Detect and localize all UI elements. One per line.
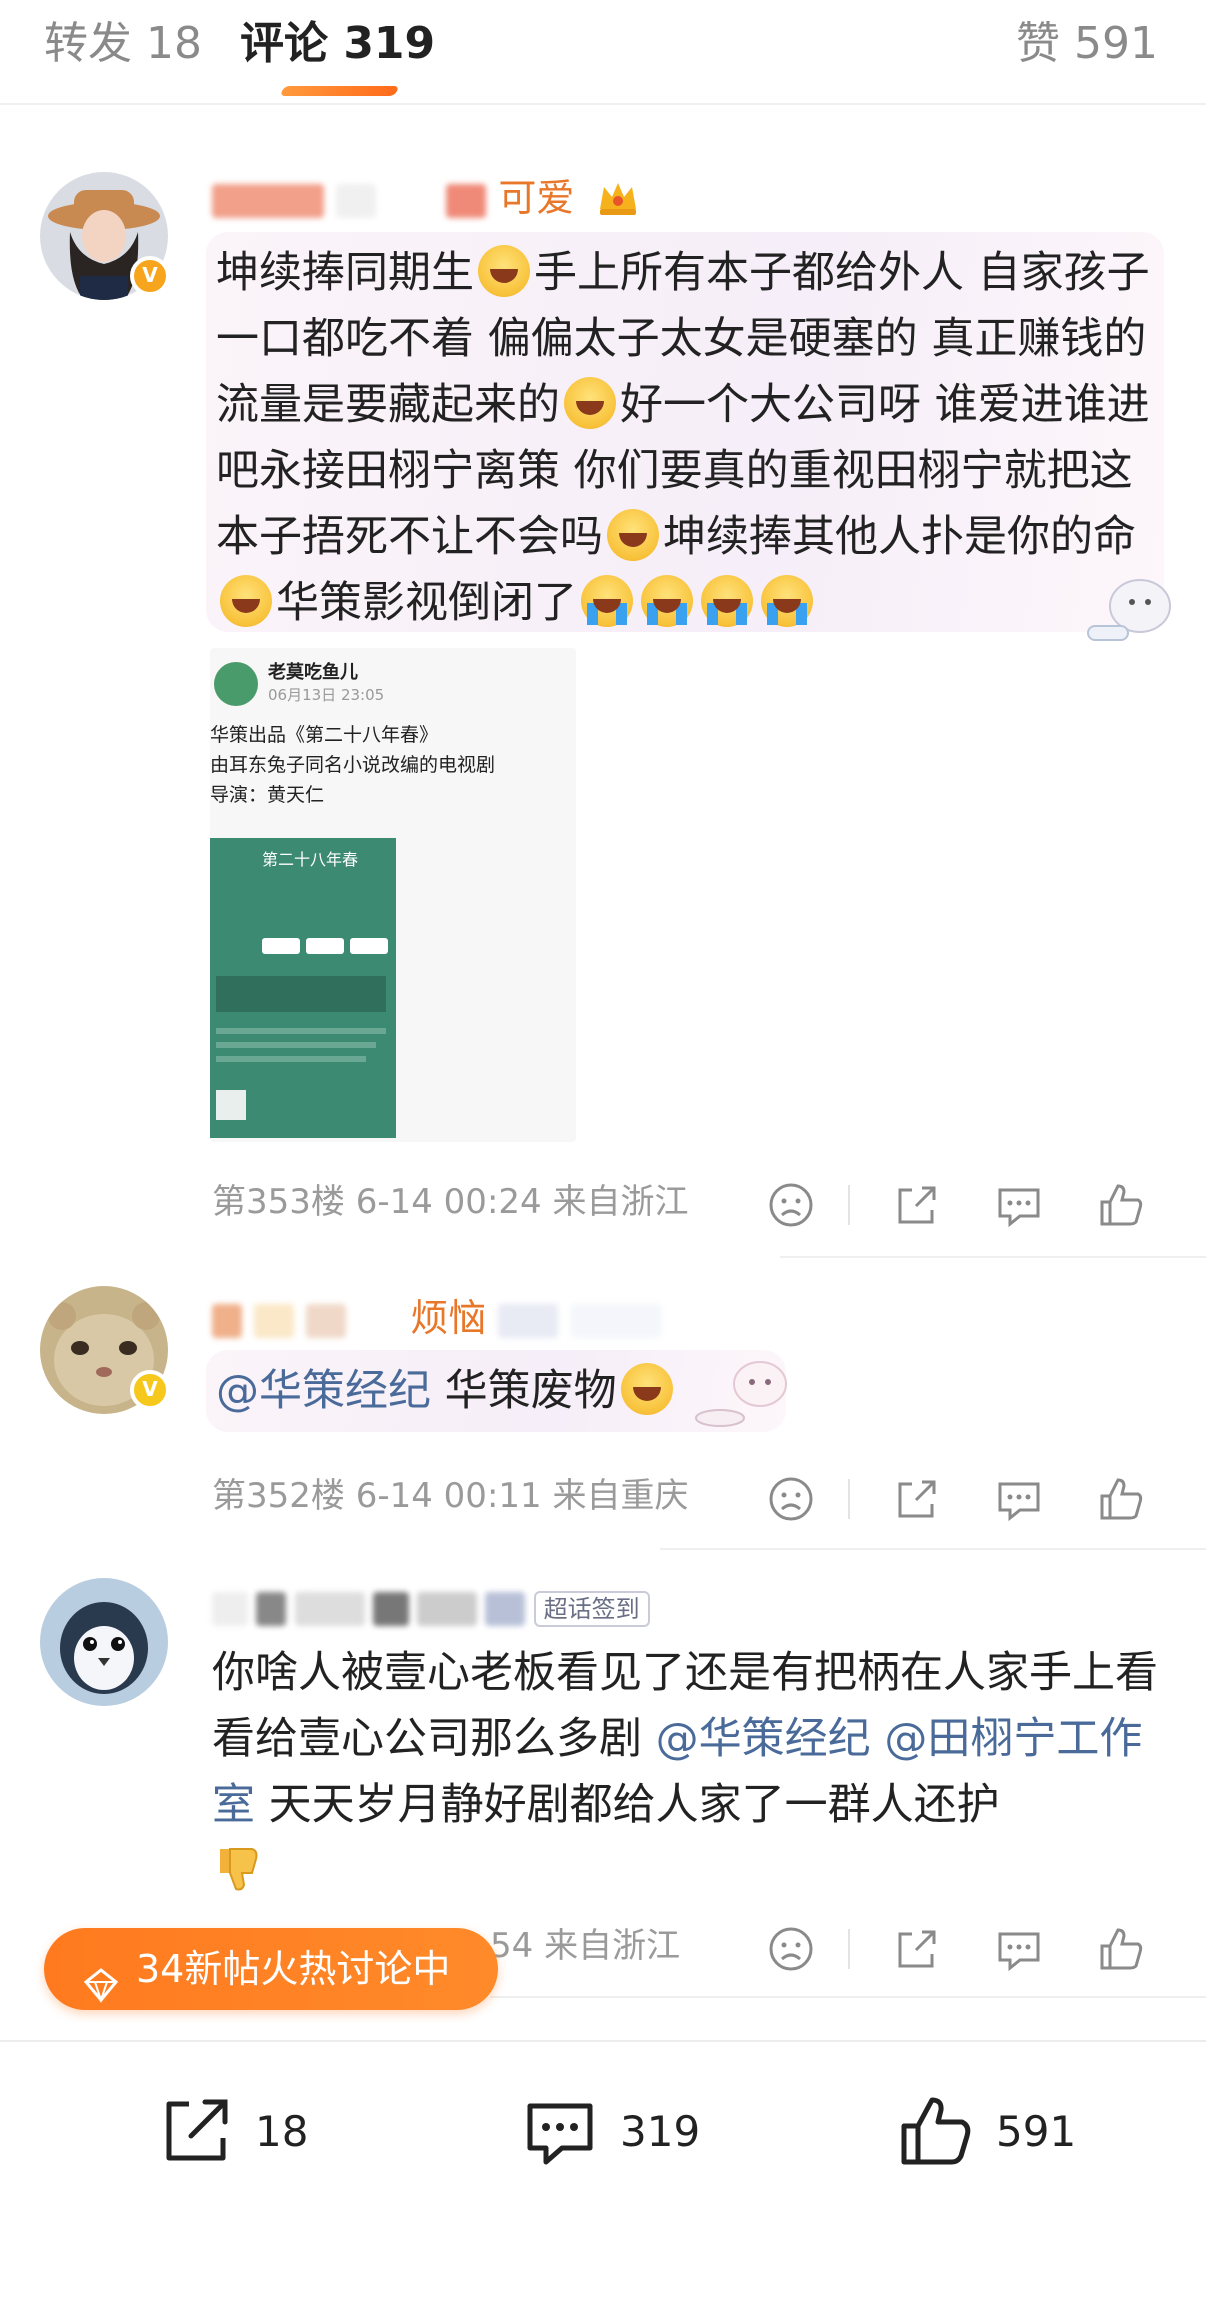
like-button[interactable] <box>1096 1180 1146 1230</box>
crying-emoji-icon <box>641 575 693 627</box>
laugh-cry-emoji-icon <box>564 377 616 429</box>
laugh-cry-emoji-icon <box>478 245 530 297</box>
frown-icon <box>769 1183 813 1227</box>
thumbs-up-icon <box>1100 1184 1143 1226</box>
bubble-sticker-icon <box>690 1354 800 1434</box>
comment-divider <box>660 1548 1206 1550</box>
action-divider <box>848 1929 850 1969</box>
image-avatar <box>214 662 258 706</box>
verified-badge-icon: V <box>130 1370 170 1410</box>
comment-divider <box>780 1256 1206 1258</box>
tab-active-indicator <box>279 86 400 96</box>
share-icon <box>166 2099 228 2161</box>
dislike-button[interactable] <box>766 1474 816 1524</box>
frown-icon <box>769 1477 813 1521</box>
thumbs-down-emoji-icon <box>212 1843 264 1895</box>
share-icon <box>898 1186 936 1224</box>
tab-comment[interactable]: 评论 319 <box>240 14 435 74</box>
new-posts-pill[interactable]: 34新帖火热讨论中 <box>44 1928 498 2010</box>
share-button[interactable] <box>892 1924 942 1974</box>
thumbs-up-icon <box>1100 1928 1143 1970</box>
comment-icon <box>527 2103 593 2165</box>
mention-link[interactable]: @华策经纪 <box>216 1366 431 1416</box>
image-card-button <box>262 938 300 954</box>
reply-button[interactable] <box>994 1924 1044 1974</box>
tab-repost[interactable]: 转发 18 <box>44 14 202 74</box>
comment-tabs: 转发 18 评论 319 赞 591 <box>0 0 1206 105</box>
image-card-button <box>306 938 344 954</box>
smile-emoji-icon <box>620 1363 673 1415</box>
comment-actions <box>766 1474 1166 1524</box>
avatar[interactable] <box>40 1578 168 1706</box>
share-icon <box>898 1930 936 1968</box>
image-line: 导演：黄天仁 <box>210 784 325 806</box>
image-line: 由耳东兔子同名小说改编的电视剧 <box>210 754 496 776</box>
image-date: 06月13日 23:05 <box>268 686 385 704</box>
crying-emoji-icon <box>761 575 813 627</box>
like-button[interactable] <box>1096 1924 1146 1974</box>
image-card-title: 第二十八年春 <box>262 850 359 869</box>
repost-count: 18 <box>255 2107 309 2156</box>
share-button[interactable] <box>892 1474 942 1524</box>
laugh-cry-emoji-icon <box>607 509 659 561</box>
tab-like[interactable]: 赞 591 <box>1016 14 1158 74</box>
comment-icon <box>998 1482 1040 1522</box>
image-drama-card: 第二十八年春 <box>210 838 396 1138</box>
image-card-button <box>350 938 388 954</box>
dislike-button[interactable] <box>766 1924 816 1974</box>
crying-emoji-icon <box>581 575 633 627</box>
username[interactable]: 可爱 <box>212 176 640 220</box>
action-divider <box>848 1479 850 1519</box>
like-count: 591 <box>996 2107 1077 2156</box>
share-icon <box>898 1480 936 1518</box>
username-visible: 可爱 <box>498 176 575 220</box>
comment-meta: 第352楼 6-14 00:11 来自重庆 <box>212 1476 689 1516</box>
comment-divider <box>490 1996 1206 1998</box>
comment-count: 319 <box>620 2107 701 2156</box>
like-button[interactable] <box>1096 1474 1146 1524</box>
super-topic-badge: 超话签到 <box>533 1590 650 1627</box>
crown-icon <box>596 179 640 217</box>
mention-link[interactable]: @华策经纪 <box>656 1714 871 1764</box>
frown-icon <box>769 1927 813 1971</box>
new-posts-label: 34新帖火热讨论中 <box>136 1947 451 1991</box>
laugh-cry-emoji-icon <box>220 575 272 627</box>
comment-text: 坤续捧同期生 手上所有本子都给外人 自家孩子一口都吃不着 偏偏太子太女是硬塞的 真… <box>216 240 1154 636</box>
action-divider <box>848 1185 850 1225</box>
thumbs-up-icon <box>901 2097 971 2165</box>
bottom-action-bar: 18 319 591 <box>0 2040 1206 2304</box>
comment-image[interactable]: 老莫吃鱼儿 06月13日 23:05 华策出品《第二十八年春》 由耳东兔子同名小… <box>210 648 576 1142</box>
comment-actions <box>766 1180 1166 1230</box>
comment-text: 你啥人被壹心老板看见了还是有把柄在人家手上看看给壹心公司那么多剧 @华策经纪 @… <box>212 1640 1162 1904</box>
bubble-sticker-icon <box>1080 570 1180 650</box>
image-author: 老莫吃鱼儿 <box>268 662 358 683</box>
comment-icon <box>998 1188 1040 1228</box>
username[interactable]: 超话签到 <box>212 1586 650 1630</box>
comment-actions <box>766 1924 1166 1974</box>
share-button[interactable] <box>892 1180 942 1230</box>
thumbs-up-icon <box>1100 1478 1143 1520</box>
username-visible: 烦恼 <box>410 1296 487 1340</box>
reply-button[interactable] <box>994 1180 1044 1230</box>
reply-button[interactable] <box>994 1474 1044 1524</box>
diamond-icon <box>82 1950 120 2004</box>
comment-bubble: 坤续捧同期生 手上所有本子都给外人 自家孩子一口都吃不着 偏偏太子太女是硬塞的 真… <box>206 232 1164 632</box>
crying-emoji-icon <box>701 575 753 627</box>
dislike-button[interactable] <box>766 1180 816 1230</box>
verified-badge-icon: V <box>130 256 170 296</box>
comment-icon <box>998 1932 1040 1972</box>
username[interactable]: 烦恼 <box>212 1296 661 1340</box>
comment-meta: 54 来自浙江 <box>490 1926 681 1966</box>
image-line: 华策出品《第二十八年春》 <box>210 724 439 746</box>
comment-meta: 第353楼 6-14 00:24 来自浙江 <box>212 1182 689 1222</box>
